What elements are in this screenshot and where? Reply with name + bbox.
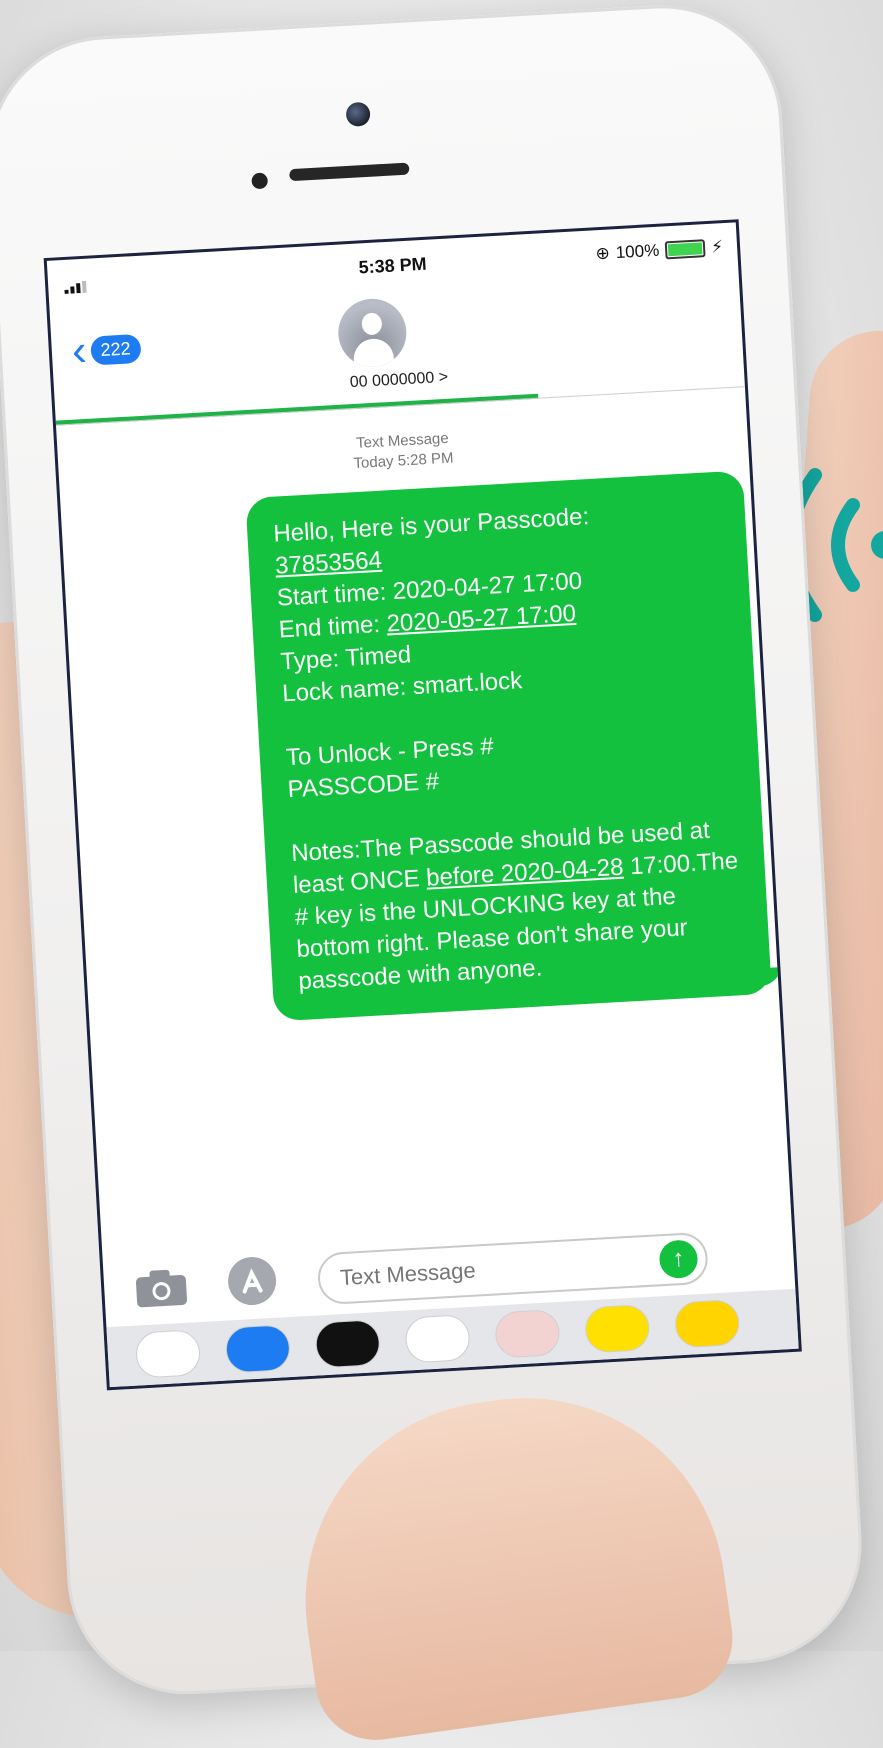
message-bubble[interactable]: Hello, Here is your Passcode: 37853564 S… <box>245 470 783 1022</box>
back-button[interactable]: ‹ 222 <box>70 325 142 376</box>
notes-date-link[interactable]: before 2020-04-28 <box>425 854 624 892</box>
message-input-field[interactable]: ↑ <box>316 1231 709 1306</box>
yellow-app-icon[interactable] <box>584 1303 651 1354</box>
contact-name[interactable]: 00 0000000 > <box>54 352 744 408</box>
app-store-icon <box>242 1268 263 1294</box>
weibo-icon[interactable] <box>673 1298 741 1349</box>
rotation-lock-icon: ⊕ <box>595 243 611 264</box>
passcode-link[interactable]: 37853564 <box>274 547 382 580</box>
pay-app-icon[interactable] <box>404 1314 471 1364</box>
front-camera-icon <box>345 101 371 127</box>
end-time-label: End time: <box>278 610 388 644</box>
battery-percent: 100% <box>615 240 660 263</box>
status-bar: 5:38 PM ⊕ 100% ⚡ <box>47 222 738 300</box>
message-input[interactable] <box>337 1247 643 1293</box>
send-button[interactable]: ↑ <box>658 1239 699 1280</box>
charging-icon: ⚡ <box>710 237 724 257</box>
start-time-label: Start time: <box>276 578 394 612</box>
bubble-tail <box>755 966 783 987</box>
earpiece-speaker <box>289 162 410 182</box>
battery-icon <box>664 239 706 260</box>
heart-app-icon[interactable] <box>314 1319 381 1369</box>
sensor-dot <box>251 172 269 190</box>
chevron-left-icon: ‹ <box>70 325 88 376</box>
contact-avatar[interactable] <box>336 297 409 369</box>
status-right: ⊕ 100% ⚡ <box>595 237 724 264</box>
unread-count-badge: 222 <box>89 333 142 366</box>
sticker-app-icon[interactable] <box>494 1309 561 1359</box>
camera-icon[interactable] <box>133 1267 189 1310</box>
photos-icon[interactable] <box>134 1329 202 1379</box>
phone-screen: 5:38 PM ⊕ 100% ⚡ ‹ 222 00 0000000 > Text… <box>43 219 802 1391</box>
app-store-drawer-button[interactable] <box>226 1255 278 1307</box>
arrow-up-icon: ↑ <box>671 1244 686 1273</box>
app-store-icon[interactable] <box>224 1324 292 1374</box>
